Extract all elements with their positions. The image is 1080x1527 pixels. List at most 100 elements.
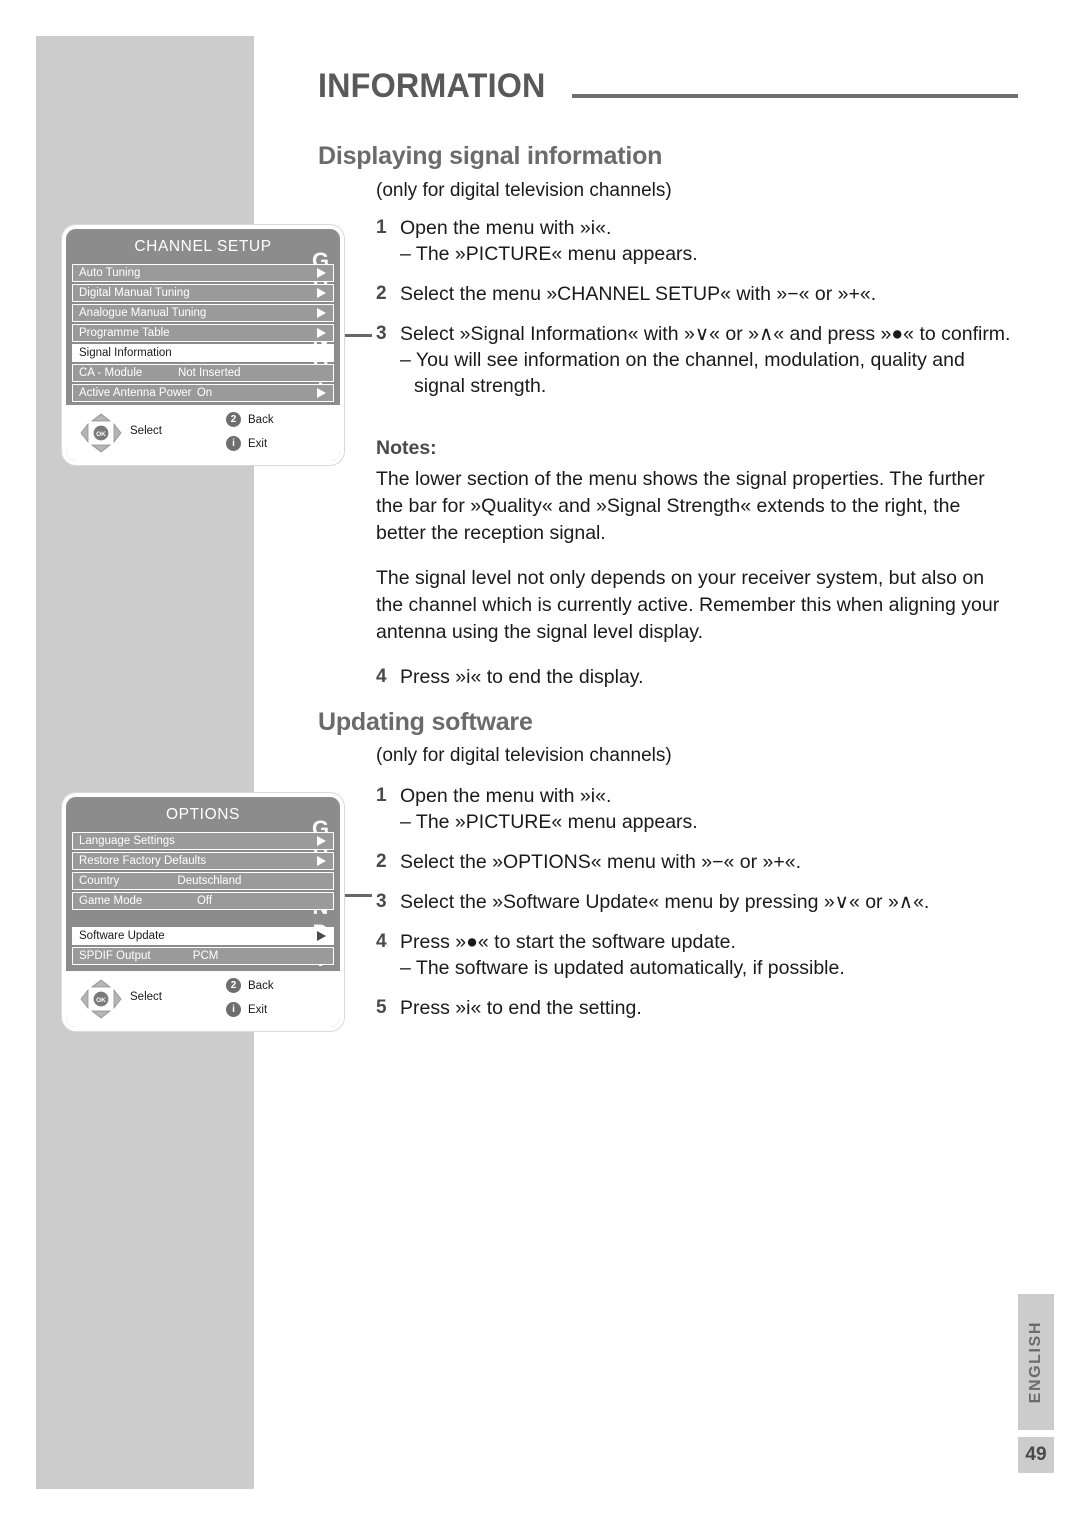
step-body: Press »i« to end the setting. (400, 995, 1016, 1021)
osd-item-label: CA - Module (79, 367, 143, 379)
osd-menu-item[interactable]: Auto Tuning (72, 264, 334, 282)
osd-item-value: On (196, 387, 213, 399)
osd-menu-item[interactable]: Digital Manual Tuning (72, 284, 334, 302)
osd-item-value: PCM (192, 950, 219, 962)
osd-menu-item-selected[interactable]: Signal Information (72, 344, 334, 362)
step-body: Select the »OPTIONS« menu with »−« or »+… (400, 849, 1016, 875)
osd-item-label: Software Update (79, 930, 165, 942)
svg-text:OK: OK (96, 997, 106, 1004)
info-button-icon: i (226, 436, 241, 451)
osd-menu-item[interactable]: Country Deutschland (72, 872, 334, 890)
chevron-right-icon (317, 328, 326, 338)
info-button-icon: i (226, 1002, 241, 1017)
step-text: Select »Signal Information« with »∨« or … (400, 323, 1011, 345)
step-text: Open the menu with »i«. (400, 217, 612, 239)
osd-footer-back[interactable]: 2 Back (226, 412, 274, 427)
osd-title: OPTIONS (166, 806, 240, 823)
osd-menu-item[interactable]: Programme Table (72, 324, 334, 342)
step-number: 1 (376, 785, 387, 806)
step-subtext: – The »PICTURE« menu appears. (400, 243, 698, 265)
chevron-right-icon (317, 268, 326, 278)
step-subtext: – You will see information on the channe… (400, 349, 965, 397)
step-text: Select the »OPTIONS« menu with »−« or »+… (400, 851, 802, 873)
osd-footer-select-label: Select (130, 991, 162, 1003)
chevron-right-icon (317, 288, 326, 298)
step-text: Press »●« to start the software update. (400, 931, 736, 953)
header-rule (571, 94, 1018, 98)
section-heading-updating-software: Updating software (318, 708, 533, 736)
osd-item-label: Language Settings (79, 835, 175, 847)
step-item: 1 Open the menu with »i«. – The »PICTURE… (376, 783, 1016, 835)
osd-item-label: Country (79, 875, 120, 887)
button-2-icon: 2 (226, 412, 241, 427)
svg-text:OK: OK (96, 431, 106, 438)
chevron-right-icon (317, 308, 326, 318)
chevron-right-icon (317, 836, 326, 846)
step-subtext: – The software is updated automatically,… (400, 957, 845, 979)
page-number-tab: 49 (1018, 1437, 1054, 1473)
step-item: 2 Select the »OPTIONS« menu with »−« or … (376, 849, 1016, 875)
osd-footer-back-label: Back (248, 979, 274, 992)
osd-menu-item[interactable]: Analogue Manual Tuning (72, 304, 334, 322)
step-item: 1 Open the menu with »i«. – The »PICTURE… (376, 215, 1016, 267)
osd-menu-spacer (72, 912, 334, 925)
steps-list-signal-information: 1 Open the menu with »i«. – The »PICTURE… (376, 215, 1016, 413)
notes-title: Notes: (376, 437, 437, 459)
osd-title: CHANNEL SETUP (134, 238, 272, 255)
notes-paragraph: The lower section of the menu shows the … (376, 468, 985, 544)
language-tab: ENGLISH (1018, 1294, 1054, 1430)
osd-screenshot-channel-setup: CHANNEL SETUP GRUNDIG Auto Tuning Digita… (62, 225, 344, 465)
step-body: Press »●« to start the software update. … (400, 929, 1016, 981)
osd-menu-item[interactable]: CA - Module Not Inserted (72, 364, 334, 382)
section-subnote-updating-software: (only for digital television channels) (376, 745, 672, 766)
manual-page: INFORMATION Displaying signal informatio… (0, 0, 1080, 1527)
step-text: Press »i« to end the display. (400, 666, 644, 688)
osd-footer-bar: OK Select 2 Back i Exit (66, 971, 340, 1027)
osd-item-label: Digital Manual Tuning (79, 287, 190, 299)
step-body: Select the »Software Update« menu by pre… (400, 889, 1016, 915)
chevron-right-icon (317, 856, 326, 866)
osd-footer-back[interactable]: 2 Back (226, 978, 274, 993)
osd-menu-item[interactable]: Active Antenna Power On (72, 384, 334, 402)
notes-block: Notes: The lower section of the menu sho… (376, 437, 1006, 704)
notes-paragraph: The signal level not only depends on you… (376, 567, 1000, 643)
step-item: 4 Press »i« to end the display. (376, 664, 1006, 690)
osd-menu-item-selected[interactable]: Software Update (72, 927, 334, 945)
osd-footer-back-label: Back (248, 413, 274, 426)
osd-item-value: Deutschland (177, 875, 242, 887)
osd-menu-list: Auto Tuning Digital Manual Tuning Analog… (66, 264, 340, 410)
step-number: 1 (376, 217, 387, 238)
osd-footer-exit[interactable]: i Exit (226, 436, 267, 451)
osd-menu-item[interactable]: Language Settings (72, 832, 334, 850)
page-number-label: 49 (1025, 1444, 1047, 1465)
osd-menu-item[interactable]: SPDIF Output PCM (72, 947, 334, 965)
button-2-icon: 2 (226, 978, 241, 993)
osd-footer-exit-label: Exit (248, 437, 268, 450)
osd-footer-exit[interactable]: i Exit (226, 1002, 267, 1017)
step-number: 2 (376, 283, 387, 304)
step-item: 4 Press »●« to start the software update… (376, 929, 1016, 981)
dpad-navigation-icon: OK (80, 413, 122, 453)
osd-menu-item[interactable]: Game Mode Off (72, 892, 334, 910)
step-number: 2 (376, 851, 387, 872)
step-number: 5 (376, 997, 387, 1018)
step-number: 4 (376, 666, 387, 687)
chevron-right-icon (317, 388, 326, 398)
step-text: Select the menu »CHANNEL SETUP« with »−«… (400, 283, 877, 305)
osd-footer-select-label: Select (130, 425, 162, 437)
step-text: Open the menu with »i«. (400, 785, 612, 807)
section-heading-signal-information: Displaying signal information (318, 142, 663, 170)
osd-footer-bar: OK Select 2 Back i Exit (66, 405, 340, 461)
osd-menu-item[interactable]: Restore Factory Defaults (72, 852, 334, 870)
osd-item-label: SPDIF Output (79, 950, 151, 962)
osd-footer-exit-label: Exit (248, 1003, 268, 1016)
osd-item-value: Not Inserted (177, 367, 241, 379)
osd-item-value: Off (196, 895, 213, 907)
step-number: 4 (376, 931, 387, 952)
step-number: 3 (376, 323, 387, 344)
step-item: 2 Select the menu »CHANNEL SETUP« with »… (376, 281, 1016, 307)
osd-item-label: Game Mode (79, 895, 143, 907)
osd-item-label: Restore Factory Defaults (79, 855, 207, 867)
osd-item-label: Analogue Manual Tuning (79, 307, 207, 319)
osd-item-label: Auto Tuning (79, 267, 141, 279)
